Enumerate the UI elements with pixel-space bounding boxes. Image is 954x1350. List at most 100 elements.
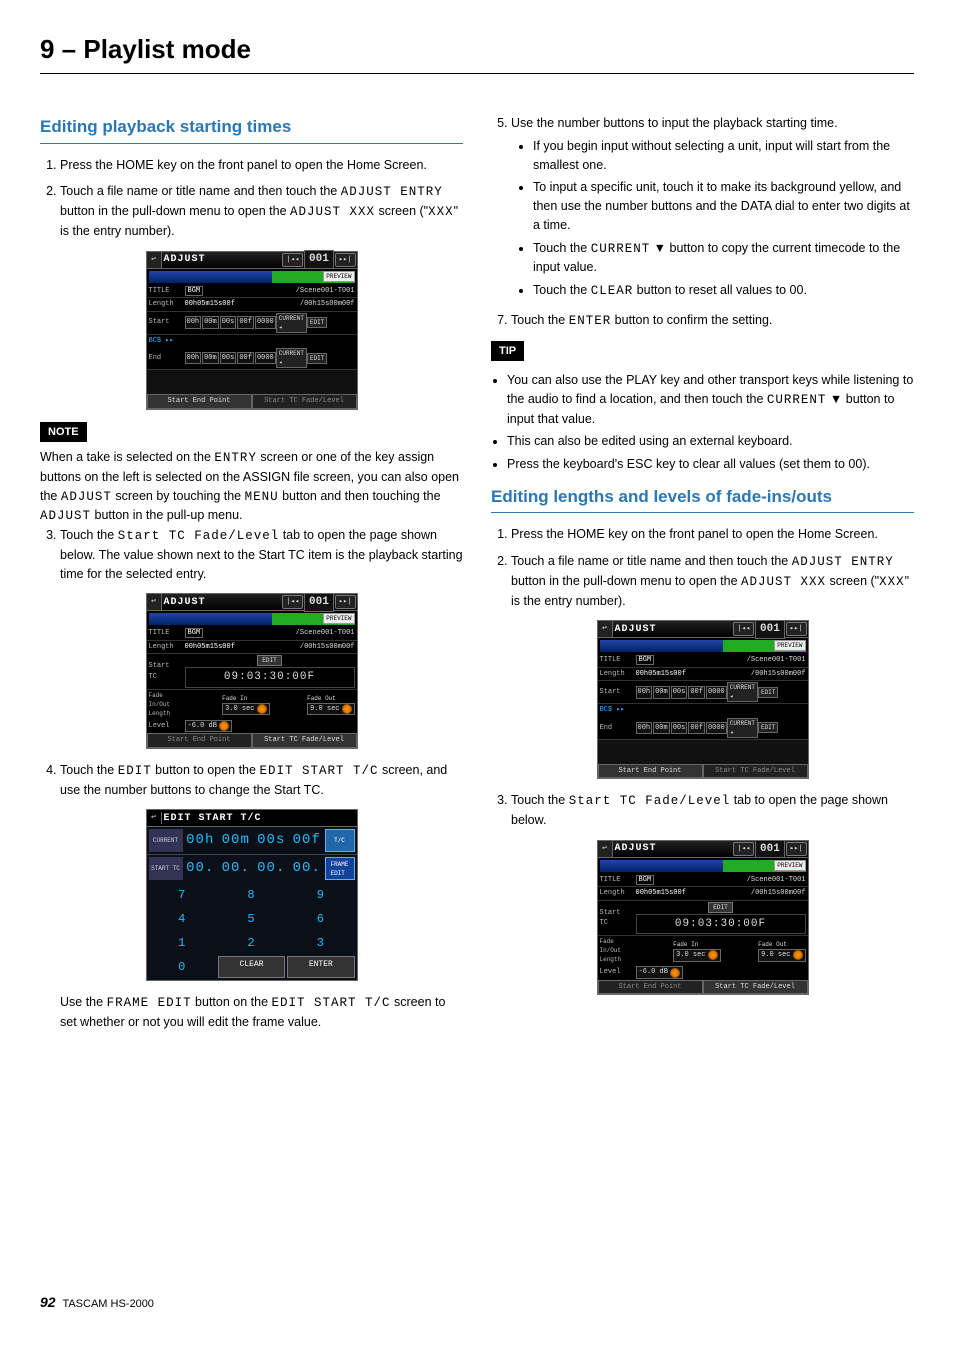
step-5-bullet-4: Touch the CLEAR button to reset all valu… [533, 281, 914, 301]
tc-cell[interactable]: 00m [653, 722, 670, 735]
tab-start-tc-fade-level[interactable]: Start TC Fade/Level [252, 733, 357, 748]
tab-start-tc-fade-level[interactable]: Start TC Fade/Level [703, 980, 808, 995]
level-label: Level [149, 721, 185, 732]
tab-start-end-point[interactable]: Start End Point [147, 394, 252, 409]
title-label: TITLE [600, 875, 636, 886]
tc-cell[interactable]: 00s [671, 722, 688, 735]
level-control[interactable]: -6.0 dB [185, 720, 232, 733]
edit-button[interactable]: EDIT [257, 655, 281, 666]
preview-button[interactable]: PREVIEW [774, 860, 805, 871]
back-icon[interactable]: ↩ [147, 252, 162, 268]
preview-button[interactable]: PREVIEW [323, 613, 354, 624]
prev-entry-button[interactable]: |◂◂ [733, 842, 754, 856]
keypad-5[interactable]: 5 [218, 908, 285, 930]
edit-button[interactable]: EDIT [708, 902, 732, 913]
tc-cell[interactable]: 0000 [255, 316, 276, 329]
tab-start-tc-fade-level[interactable]: Start TC Fade/Level [252, 394, 357, 409]
keypad-8[interactable]: 8 [218, 884, 285, 906]
start-tc-value: 09:03:30:00F [185, 667, 355, 688]
knob-icon[interactable] [342, 704, 352, 714]
frame-edit-button[interactable]: FRAME EDIT [325, 857, 355, 880]
keypad-2[interactable]: 2 [218, 932, 285, 954]
title-value[interactable]: BGM [636, 875, 655, 885]
fade-out-control[interactable]: 9.0 sec [307, 703, 354, 716]
tc-cell[interactable]: 00m [202, 352, 219, 365]
knob-icon[interactable] [670, 968, 680, 978]
tab-start-tc-fade-level[interactable]: Start TC Fade/Level [703, 764, 808, 779]
seg-input[interactable]: 00. [254, 857, 290, 880]
back-icon[interactable]: ↩ [598, 841, 613, 857]
preview-button[interactable]: PREVIEW [774, 640, 805, 651]
keypad-6[interactable]: 6 [287, 908, 354, 930]
keypad-4[interactable]: 4 [149, 908, 216, 930]
tab-start-end-point[interactable]: Start End Point [147, 733, 252, 748]
tab-start-end-point[interactable]: Start End Point [598, 980, 703, 995]
title-value[interactable]: BGM [185, 628, 204, 638]
next-entry-button[interactable]: ▸▸| [335, 253, 356, 267]
current-button[interactable]: CURRENT◂ [727, 682, 758, 702]
prev-entry-button[interactable]: |◂◂ [282, 253, 303, 267]
back-icon[interactable]: ↩ [147, 812, 162, 824]
fade-out-control[interactable]: 9.0 sec [758, 949, 805, 962]
edit-button[interactable]: EDIT [307, 353, 327, 364]
knob-icon[interactable] [708, 950, 718, 960]
edit-button[interactable]: EDIT [758, 722, 778, 733]
keypad-3[interactable]: 3 [287, 932, 354, 954]
knob-icon[interactable] [257, 704, 267, 714]
tc-cell[interactable]: 00s [671, 686, 688, 699]
fade-in-control[interactable]: 3.0 sec [222, 703, 269, 716]
tc-cell[interactable]: 00f [688, 722, 705, 735]
title-value[interactable]: BGM [185, 286, 204, 296]
tc-cell[interactable]: 0000 [706, 686, 727, 699]
tc-cell[interactable]: 00s [220, 316, 237, 329]
title-rule [40, 73, 914, 74]
next-entry-button[interactable]: ▸▸| [335, 595, 356, 609]
tc-cell[interactable]: 00m [653, 686, 670, 699]
back-icon[interactable]: ↩ [147, 594, 162, 610]
keypad-7[interactable]: 7 [149, 884, 216, 906]
adjust-screen-3: ↩ ADJUST |◂◂ 001 ▸▸| PREVIEW TITLEBGM/Sc… [597, 620, 809, 779]
edit-button[interactable]: EDIT [758, 687, 778, 698]
tab-start-end-point[interactable]: Start End Point [598, 764, 703, 779]
tc-cell[interactable]: 00m [202, 316, 219, 329]
knob-icon[interactable] [793, 950, 803, 960]
back-icon[interactable]: ↩ [598, 621, 613, 637]
seg-input[interactable]: 00. [183, 857, 219, 880]
screen-title: ADJUST [613, 622, 733, 637]
title-value[interactable]: BGM [636, 655, 655, 665]
tc-cell[interactable]: 00f [237, 316, 254, 329]
tc-side-button[interactable]: T/C [325, 829, 355, 852]
tc-cell[interactable]: 0000 [255, 352, 276, 365]
keypad-9[interactable]: 9 [287, 884, 354, 906]
tc-cell[interactable]: 00h [185, 352, 202, 365]
tc-cell[interactable]: 00h [185, 316, 202, 329]
prev-entry-button[interactable]: |◂◂ [282, 595, 303, 609]
preview-button[interactable]: PREVIEW [323, 271, 354, 282]
keypad-0[interactable]: 0 [149, 956, 216, 978]
knob-icon[interactable] [219, 721, 229, 731]
tc-cell[interactable]: 00s [220, 352, 237, 365]
seg-input[interactable]: 00. [218, 857, 254, 880]
tc-cell[interactable]: 00h [636, 686, 653, 699]
screen-title: ADJUST [162, 252, 282, 267]
next-entry-button[interactable]: ▸▸| [786, 622, 807, 636]
current-button[interactable]: CURRENT◂ [276, 313, 307, 333]
s2-step-1: Press the HOME key on the front panel to… [511, 525, 914, 544]
enter-button[interactable]: ENTER [287, 956, 354, 978]
tc-cell[interactable]: 00f [237, 352, 254, 365]
edit-button[interactable]: EDIT [307, 317, 327, 328]
current-button[interactable]: CURRENT◂ [276, 348, 307, 368]
step-2: Touch a file name or title name and then… [60, 182, 463, 240]
right-column: Use the number buttons to input the play… [491, 114, 914, 1032]
fade-in-control[interactable]: 3.0 sec [673, 949, 720, 962]
tc-cell[interactable]: 0000 [706, 722, 727, 735]
prev-entry-button[interactable]: |◂◂ [733, 622, 754, 636]
tc-cell[interactable]: 00f [688, 686, 705, 699]
next-entry-button[interactable]: ▸▸| [786, 842, 807, 856]
level-control[interactable]: -6.0 dB [636, 966, 683, 979]
keypad-1[interactable]: 1 [149, 932, 216, 954]
seg-input[interactable]: 00. [289, 857, 325, 880]
current-button[interactable]: CURRENT◂ [727, 718, 758, 738]
tc-cell[interactable]: 00h [636, 722, 653, 735]
clear-button[interactable]: CLEAR [218, 956, 285, 978]
